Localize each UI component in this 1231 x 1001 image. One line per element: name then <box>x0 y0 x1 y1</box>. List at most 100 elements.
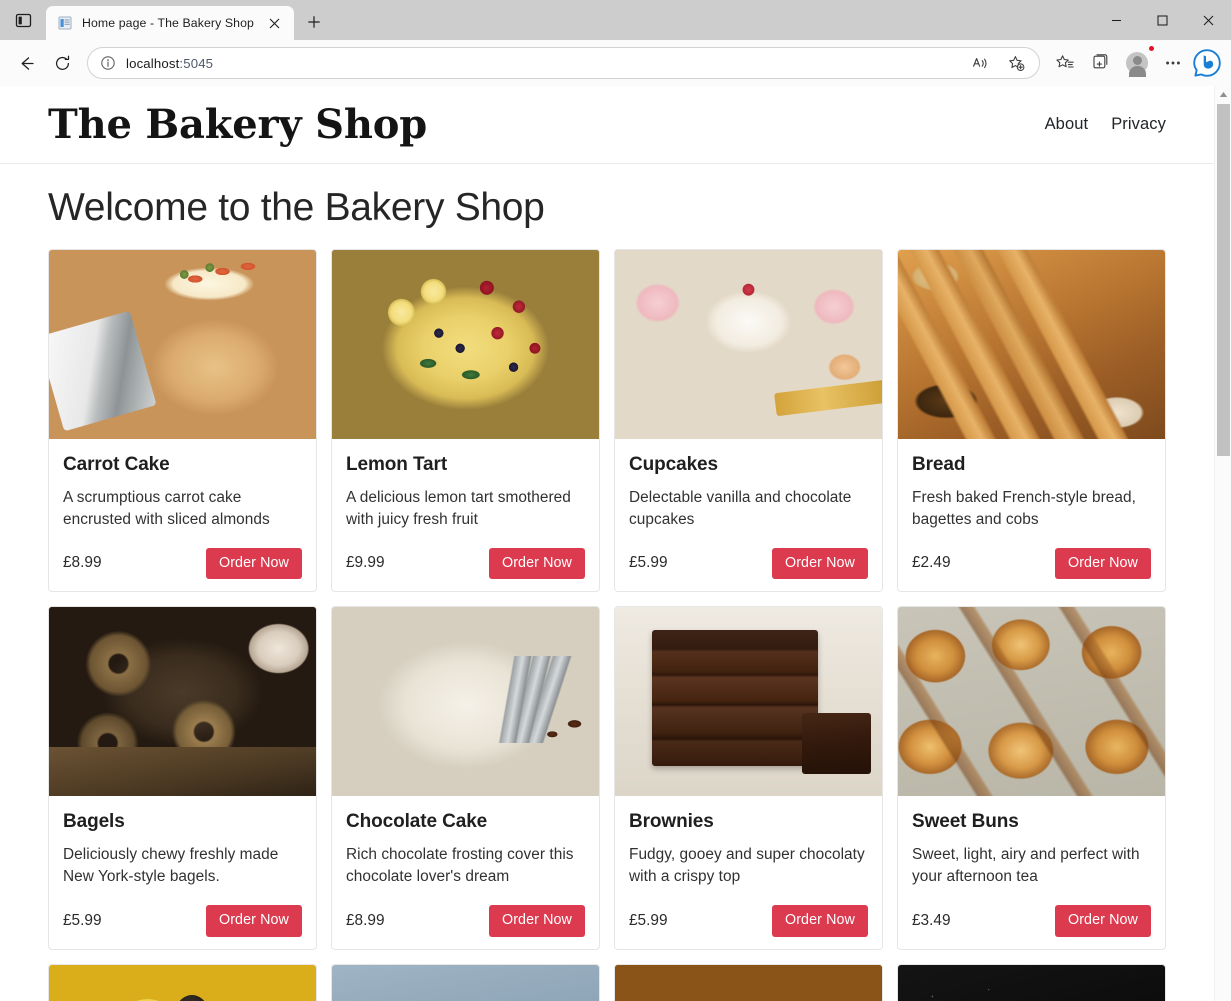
tab-actions-icon <box>15 13 31 27</box>
page-content: Welcome to the Bakery Shop Carrot Cake A… <box>0 164 1214 1001</box>
scrollbar-up-button[interactable] <box>1215 86 1231 103</box>
product-card[interactable]: Carrot Cake A scrumptious carrot cake en… <box>48 248 317 593</box>
product-card[interactable]: Bread Fresh baked French-style bread, ba… <box>897 248 1166 593</box>
product-name: Sweet Buns <box>912 811 1019 833</box>
window-close-button[interactable] <box>1185 0 1231 40</box>
product-description: Delectable vanilla and chocolate cupcake… <box>629 488 852 528</box>
product-card[interactable] <box>614 963 883 1001</box>
product-card-body: Carrot Cake A scrumptious carrot cake en… <box>49 439 316 591</box>
product-card[interactable] <box>331 963 600 1001</box>
web-page: The Bakery Shop About Privacy Welcome to… <box>0 86 1214 1001</box>
tab-close-button[interactable] <box>263 12 285 34</box>
nav-link-privacy[interactable]: Privacy <box>1111 115 1166 134</box>
order-now-button[interactable]: Order Now <box>1054 547 1151 580</box>
product-name: Chocolate Cake <box>346 811 488 833</box>
minimize-icon <box>1111 19 1121 21</box>
url-host: localhost <box>126 55 180 71</box>
product-name: Carrot Cake <box>63 453 170 475</box>
order-now-button[interactable]: Order Now <box>488 547 585 580</box>
page-viewport: The Bakery Shop About Privacy Welcome to… <box>0 86 1231 1001</box>
bread-photo <box>898 249 1165 439</box>
lemon-tart-photo <box>332 249 599 439</box>
refresh-button[interactable] <box>45 46 79 80</box>
add-favorite-button[interactable] <box>999 46 1033 80</box>
product-name: Cupcakes <box>629 453 718 475</box>
tab-actions-button[interactable] <box>0 0 46 40</box>
product-name: Lemon Tart <box>346 453 448 475</box>
scroll-up-arrow-icon <box>1219 92 1227 97</box>
product-card-footer: £2.49 Order Now <box>912 547 1151 580</box>
order-now-button[interactable]: Order Now <box>771 905 868 937</box>
product-price: £5.99 <box>629 554 668 572</box>
maximize-button[interactable] <box>1139 0 1185 40</box>
order-now-button[interactable]: Order Now <box>488 905 585 937</box>
info-circle-icon[interactable] <box>98 53 118 73</box>
copilot-button[interactable] <box>1192 48 1222 78</box>
collections-icon <box>1093 54 1108 69</box>
back-button[interactable] <box>9 46 43 80</box>
order-now-button[interactable]: Order Now <box>205 905 302 937</box>
product-card-footer: £3.49 Order Now <box>912 905 1151 937</box>
product-card-body: Lemon Tart A delicious lemon tart smothe… <box>332 439 599 591</box>
product-card[interactable]: Lemon Tart A delicious lemon tart smothe… <box>331 248 600 593</box>
product-card[interactable]: Chocolate Cake Rich chocolate frosting c… <box>331 606 600 950</box>
carrot-cake-photo <box>49 249 316 439</box>
profile-notification-dot <box>1148 45 1155 52</box>
product-grid: Carrot Cake A scrumptious carrot cake en… <box>48 248 1166 1001</box>
browser-tab[interactable]: Home page - The Bakery Shop <box>46 6 294 40</box>
product-card[interactable]: Brownies Fudgy, gooey and super chocolat… <box>614 606 883 950</box>
product-description: Rich chocolate frosting cover this choco… <box>346 846 574 886</box>
product-card[interactable] <box>48 963 317 1001</box>
bagels-photo <box>49 607 316 797</box>
product-card-footer: £5.99 Order Now <box>629 905 868 937</box>
product-card[interactable]: Cupcakes Delectable vanilla and chocolat… <box>614 248 883 593</box>
product-card-footer: £5.99 Order Now <box>63 905 302 937</box>
refresh-icon <box>55 55 69 70</box>
product-description: Fudgy, gooey and super chocolaty with a … <box>629 846 865 886</box>
product-card-body: Sweet Buns Sweet, light, airy and perfec… <box>898 796 1165 948</box>
plus-icon <box>308 16 320 28</box>
collections-button[interactable] <box>1084 46 1118 80</box>
settings-ellipsis-icon <box>1166 61 1180 65</box>
product-price: £5.99 <box>629 911 668 929</box>
profile-button[interactable] <box>1120 45 1155 80</box>
nav-link-about[interactable]: About <box>1045 115 1089 134</box>
order-now-button[interactable]: Order Now <box>1054 905 1151 937</box>
product-card-footer: £5.99 Order Now <box>629 547 868 580</box>
flour-dusting-photo <box>898 964 1165 1001</box>
product-price: £8.99 <box>346 911 385 929</box>
close-icon <box>269 18 279 28</box>
address-bar-url[interactable]: localhost:5045 <box>126 56 955 71</box>
address-bar-actions <box>963 46 1033 80</box>
tab-strip: Home page - The Bakery Shop <box>46 0 329 40</box>
site-brand[interactable]: The Bakery Shop <box>48 104 427 145</box>
new-tab-button[interactable] <box>299 7 329 37</box>
sweet-buns-photo <box>898 607 1165 797</box>
chocolate-cake-photo <box>332 607 599 797</box>
product-price: £9.99 <box>346 554 385 572</box>
product-name: Brownies <box>629 811 714 833</box>
address-bar[interactable]: localhost:5045 <box>87 47 1040 79</box>
product-name: Bagels <box>63 811 125 833</box>
product-card[interactable]: Sweet Buns Sweet, light, airy and perfec… <box>897 606 1166 950</box>
favorites-star-list-icon <box>1056 55 1074 68</box>
profile-avatar-icon <box>1126 52 1148 77</box>
favorites-button[interactable] <box>1048 46 1082 80</box>
site-header: The Bakery Shop About Privacy <box>0 86 1214 164</box>
product-card-body: Chocolate Cake Rich chocolate frosting c… <box>332 796 599 948</box>
read-aloud-icon <box>972 57 987 68</box>
minimize-button[interactable] <box>1093 0 1139 40</box>
product-description: A scrumptious carrot cake encrusted with… <box>63 488 270 528</box>
scrollbar-thumb[interactable] <box>1217 104 1230 456</box>
read-aloud-button[interactable] <box>963 46 997 80</box>
browser-window: Home page - The Bakery Shop localhost:50… <box>0 0 1231 1001</box>
product-card-footer: £8.99 Order Now <box>346 905 585 937</box>
product-card[interactable]: Bagels Deliciously chewy freshly made Ne… <box>48 606 317 950</box>
settings-button[interactable] <box>1156 46 1190 80</box>
order-now-button[interactable]: Order Now <box>771 547 868 580</box>
product-card[interactable] <box>897 963 1166 1001</box>
product-price: £3.49 <box>912 911 951 929</box>
order-now-button[interactable]: Order Now <box>205 547 302 580</box>
product-name: Bread <box>912 453 966 475</box>
page-scrollbar[interactable] <box>1214 86 1231 1001</box>
